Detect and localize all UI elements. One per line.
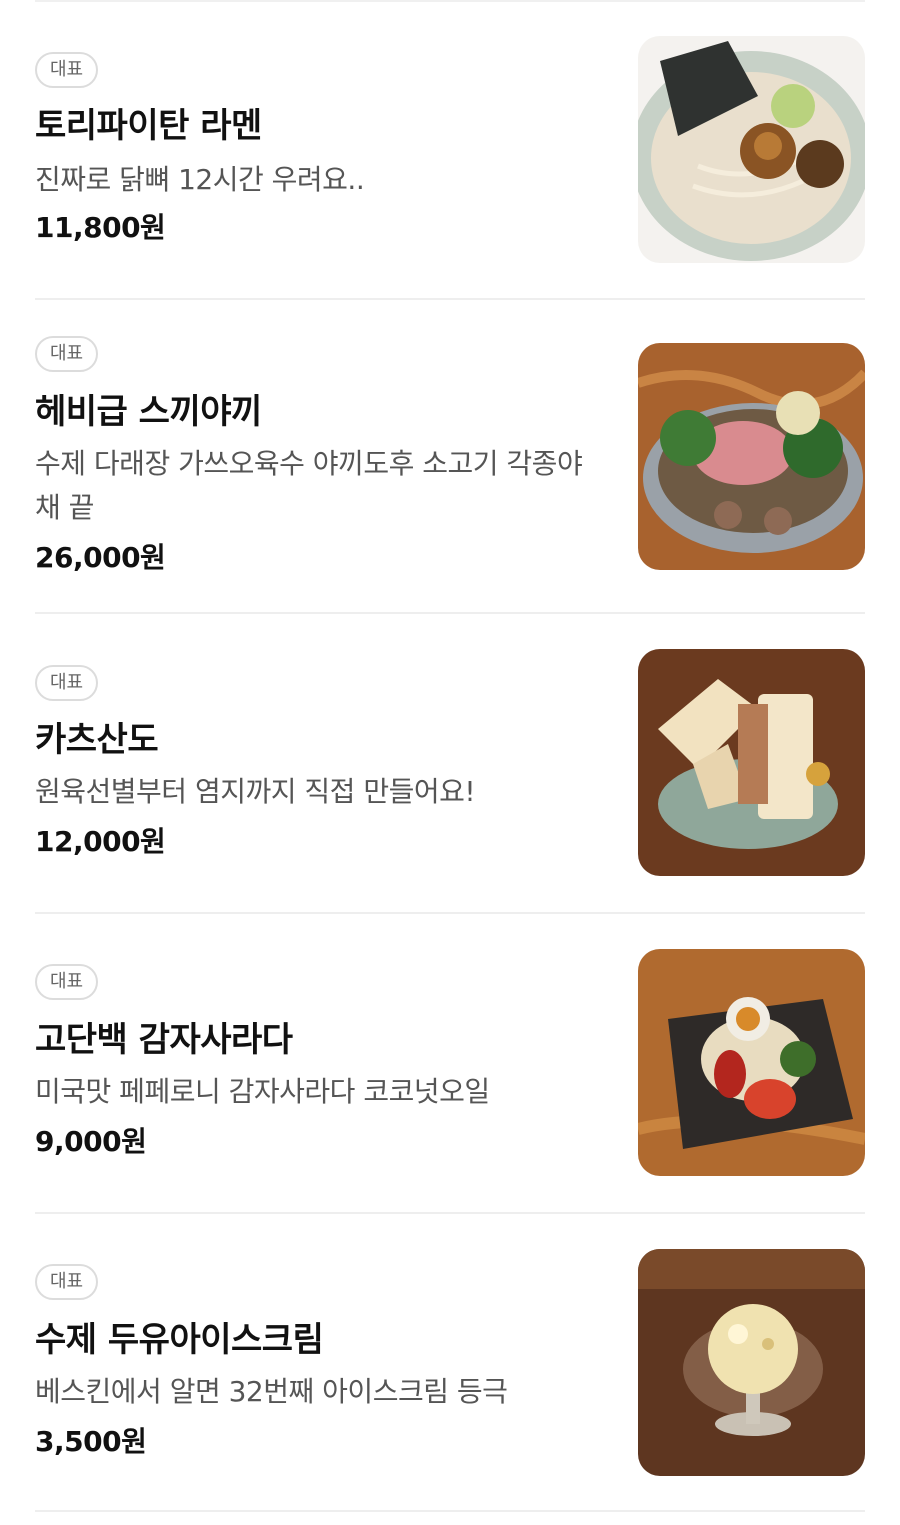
menu-item-name: 고단백 감자사라다: [35, 1020, 293, 1060]
menu-item-price: 3,500원: [35, 1425, 147, 1458]
menu-item-price: 9,000원: [35, 1125, 147, 1158]
menu-item-price: 26,000원: [35, 541, 166, 574]
menu-item-description: 수제 다래장 가쓰오육수 야끼도후 소고기 각종야채 끝: [35, 447, 583, 524]
menu-item-description: 원육선별부터 염지까지 직접 만들어요!: [35, 775, 476, 808]
menu-item-potato-salad[interactable]: 대표 고단백 감자사라다 미국맛 페페로니 감자사라다 코코넛오일 9,000원: [35, 914, 865, 1214]
menu-item-name: 카츠산도: [35, 720, 159, 760]
menu-item-price: 11,800원: [35, 211, 166, 244]
menu-item-ramen[interactable]: 대표 토리파이탄 라멘 진짜로 닭뼈 12시간 우려요.. 11,800원: [35, 0, 865, 300]
menu-item-image-katsu-sando[interactable]: [638, 649, 865, 876]
menu-item-description: 진짜로 닭뼈 12시간 우려요..: [35, 163, 365, 196]
menu-item-ice-cream[interactable]: 대표 수제 두유아이스크림 베스킨에서 알면 32번째 아이스크림 등극 3,5…: [35, 1214, 865, 1514]
signature-badge: 대표: [35, 964, 98, 1000]
menu-item-sukiyaki[interactable]: 대표 헤비급 스끼야끼 수제 다래장 가쓰오육수 야끼도후 소고기 각종야채 끝…: [35, 300, 865, 614]
menu-item-description: 미국맛 페페로니 감자사라다 코코넛오일: [35, 1075, 490, 1108]
menu-item-description: 베스킨에서 알면 32번째 아이스크림 등극: [35, 1375, 508, 1408]
menu-item-image-sukiyaki[interactable]: [638, 343, 865, 570]
menu-item-name: 수제 두유아이스크림: [35, 1320, 324, 1360]
signature-badge: 대표: [35, 1264, 98, 1300]
item-divider: [35, 1510, 865, 1512]
signature-badge: 대표: [35, 52, 98, 88]
menu-item-image-ramen[interactable]: [638, 36, 865, 263]
signature-badge: 대표: [35, 665, 98, 701]
menu-item-image-potato-salad[interactable]: [638, 949, 865, 1176]
signature-badge: 대표: [35, 336, 98, 372]
menu-item-name: 헤비급 스끼야끼: [35, 392, 262, 432]
menu-item-name: 토리파이탄 라멘: [35, 106, 262, 146]
menu-item-price: 12,000원: [35, 825, 166, 858]
menu-item-katsu-sando[interactable]: 대표 카츠산도 원육선별부터 염지까지 직접 만들어요! 12,000원: [35, 614, 865, 914]
menu-item-image-ice-cream[interactable]: [638, 1249, 865, 1476]
